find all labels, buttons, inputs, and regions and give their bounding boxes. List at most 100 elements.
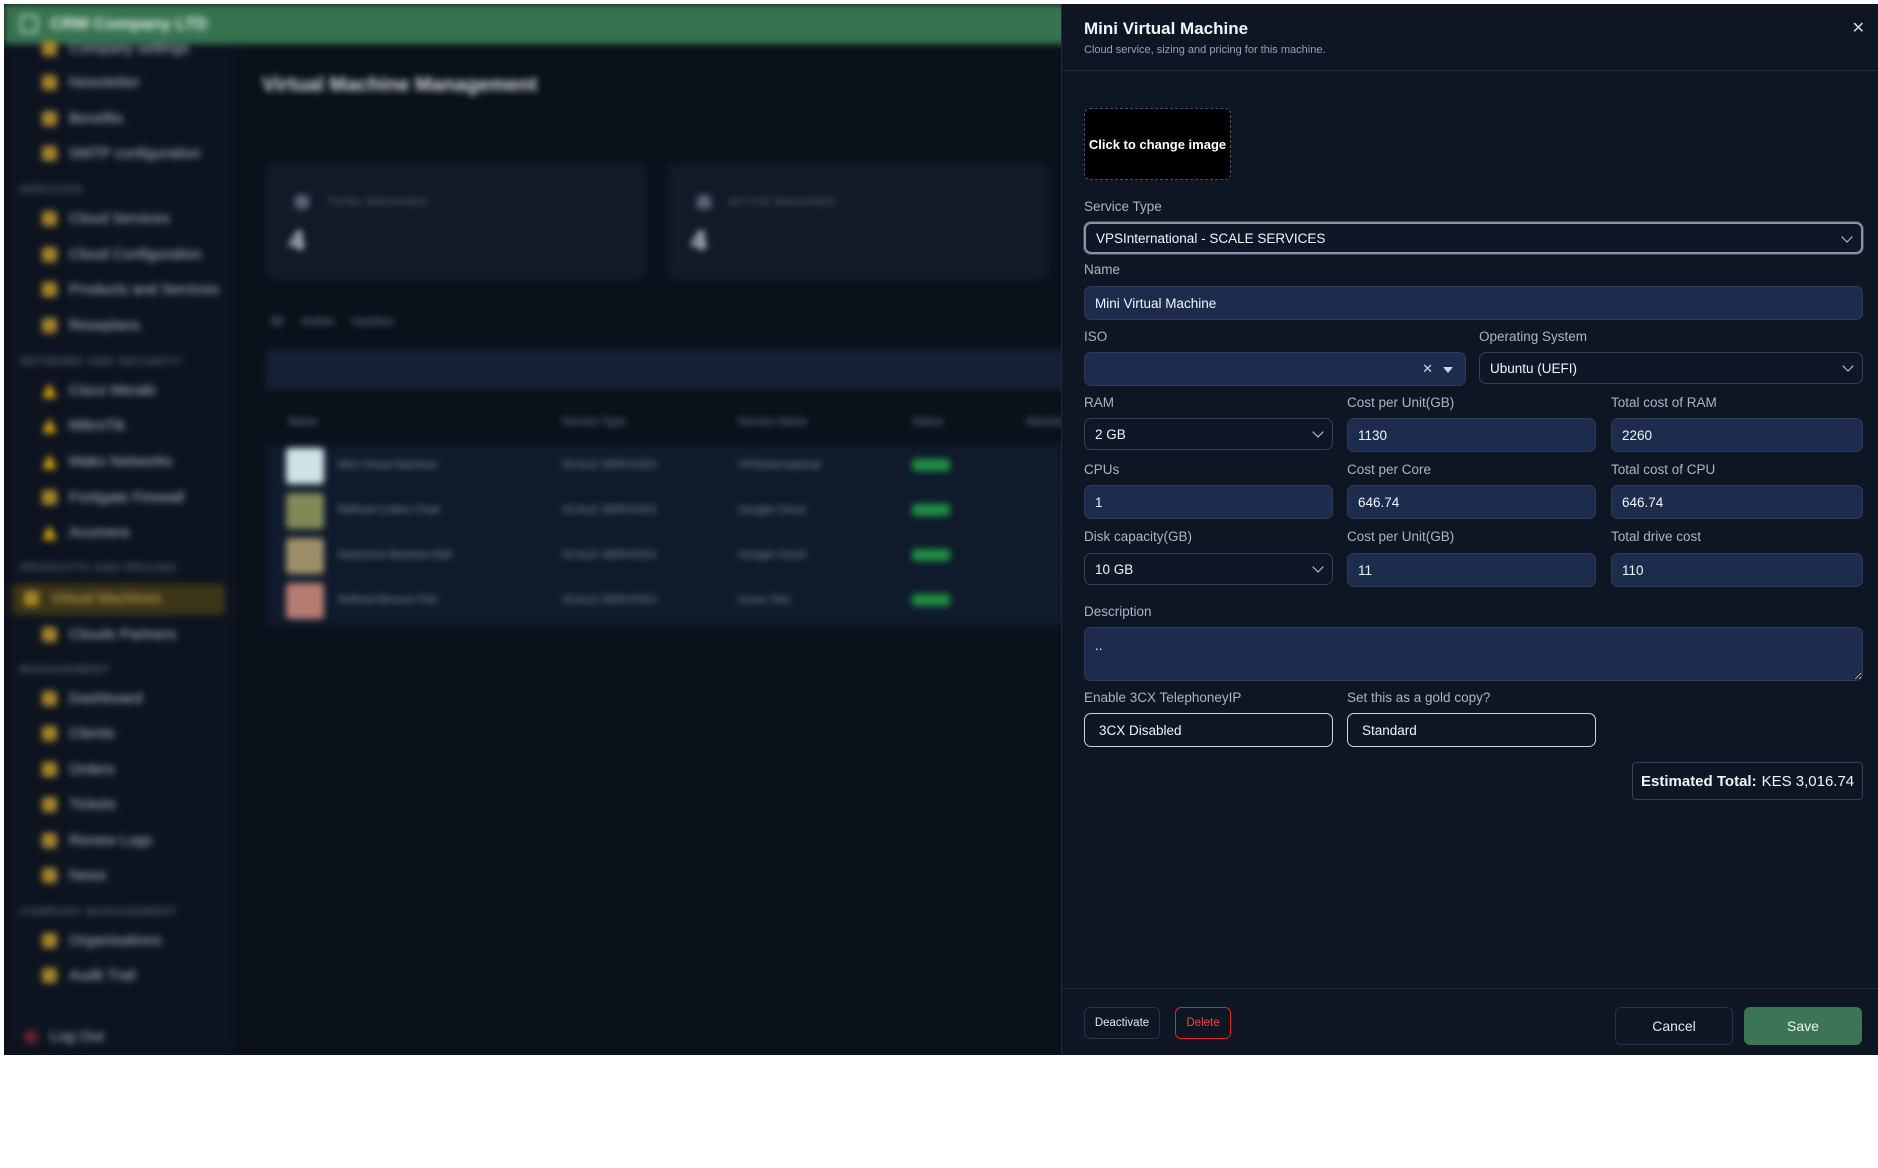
- filter-active[interactable]: Active: [301, 314, 334, 328]
- name-input[interactable]: Mini Virtual Machine: [1084, 286, 1863, 320]
- table-header: Name Service Type Service Name Status Ma…: [288, 416, 1068, 428]
- sidebar-item-products-services[interactable]: Products and Services: [42, 281, 219, 298]
- dashboard-icon: [42, 691, 57, 706]
- partners-icon: [42, 627, 57, 642]
- sidebar-item-orders[interactable]: Orders: [42, 761, 115, 778]
- sidebar-item-virtual-machines[interactable]: Virtual Machines: [24, 590, 162, 607]
- sidebar-item-tickets[interactable]: Tickets: [42, 796, 116, 813]
- sidebar-item-renew-logs[interactable]: Renew Logs: [42, 832, 152, 849]
- filter-all[interactable]: All: [270, 314, 283, 328]
- drawer-subtitle: Cloud service, sizing and pricing for th…: [1084, 44, 1326, 56]
- telephony-toggle[interactable]: 3CX Disabled: [1084, 713, 1333, 747]
- cpu-cost-input[interactable]: 646.74: [1347, 485, 1596, 519]
- key-icon: [42, 211, 57, 226]
- sidebar-section-products: PRODUCTS AND PRICING: [20, 562, 178, 574]
- sidebar-item-fortigate[interactable]: Fortigate Firewall: [42, 489, 184, 506]
- sidebar-item-cisco-meraki[interactable]: Cisco Meraki: [42, 382, 156, 399]
- change-image-button[interactable]: Click to change image: [1084, 108, 1231, 180]
- logout-button[interactable]: Log Out: [24, 1028, 103, 1045]
- building-icon: [42, 933, 57, 948]
- telephony-label: Enable 3CX TelephoneyIP: [1084, 690, 1242, 705]
- warning-icon: [42, 525, 57, 540]
- service-type-label: Service Type: [1084, 199, 1162, 214]
- save-button[interactable]: Save: [1744, 1007, 1862, 1045]
- disk-cost-label: Cost per Unit(GB): [1347, 529, 1455, 544]
- sidebar-item-clients[interactable]: Clients: [42, 725, 115, 742]
- sidebar-item-dashboard[interactable]: Dashboard: [42, 690, 142, 707]
- ticket-icon: [42, 797, 57, 812]
- operating-system-select[interactable]: Ubuntu (UEFI): [1479, 352, 1863, 384]
- sidebar-item-acumera[interactable]: Acumera: [42, 524, 129, 541]
- name-label: Name: [1084, 262, 1121, 277]
- sidebar-item-reseplans[interactable]: Reseplans: [42, 317, 140, 334]
- ram-select[interactable]: 2 GB: [1084, 418, 1333, 450]
- cpu-total-label: Total cost of CPU: [1611, 462, 1716, 477]
- gold-copy-label: Set this as a gold copy?: [1347, 690, 1491, 705]
- sidebar-item-audit-trail[interactable]: Audit Trail: [42, 967, 136, 984]
- delete-button[interactable]: Delete: [1175, 1007, 1231, 1039]
- iso-select[interactable]: ✕: [1084, 352, 1466, 386]
- orders-icon: [42, 762, 57, 777]
- ram-label: RAM: [1084, 395, 1114, 410]
- sidebar-item-newsletter[interactable]: Newsletter: [42, 74, 140, 91]
- filter-inactive[interactable]: Inactive: [352, 314, 393, 328]
- cancel-button[interactable]: Cancel: [1615, 1007, 1733, 1045]
- sidebar-item-organisations[interactable]: Organisations: [42, 932, 162, 949]
- server-icon: [295, 195, 309, 209]
- sidebar: Company settings Newsletter Benefits SMT…: [4, 40, 236, 1055]
- status-badge: [912, 459, 950, 471]
- table-row[interactable]: Refined Bronze Fish SCALE SERVICES Azure…: [266, 579, 1086, 624]
- disk-cost-input[interactable]: 11: [1347, 553, 1596, 587]
- status-filters: All Active Inactive: [270, 314, 393, 328]
- machine-thumbnail: [286, 448, 324, 484]
- deactivate-button[interactable]: Deactivate: [1084, 1007, 1160, 1039]
- machine-thumbnail: [286, 538, 324, 574]
- sidebar-item-news[interactable]: News: [42, 867, 107, 884]
- cpu-total-input[interactable]: 646.74: [1611, 485, 1863, 519]
- sidebar-item-benefits[interactable]: Benefits: [42, 110, 123, 127]
- os-label: Operating System: [1479, 329, 1588, 344]
- sidebar-item-cloud-configuration[interactable]: Cloud Configuration: [42, 246, 202, 263]
- log-icon: [42, 833, 57, 848]
- estimated-total: Estimated Total: KES 3,016.74: [1632, 762, 1864, 800]
- sidebar-item-mikrotik[interactable]: MikroTik: [42, 417, 125, 434]
- cpus-input[interactable]: 1: [1084, 485, 1333, 519]
- service-type-select[interactable]: VPSInternational - SCALE SERVICES: [1084, 222, 1863, 254]
- ram-cost-input[interactable]: 1130: [1347, 418, 1596, 452]
- description-textarea[interactable]: ..: [1084, 627, 1863, 681]
- sidebar-item-mako-networks[interactable]: Mako Networks: [42, 453, 172, 470]
- sidebar-item-smtp[interactable]: SMTP configuration: [42, 145, 200, 162]
- box-icon: [42, 282, 57, 297]
- ram-total-label: Total cost of RAM: [1611, 395, 1717, 410]
- status-badge: [912, 549, 950, 561]
- caret-down-icon[interactable]: [1443, 367, 1453, 373]
- stat-card-active: ACTIVE MACHINES 4: [668, 164, 1048, 279]
- table-row[interactable]: Refined Cotton Chair SCALE SERVICES Goog…: [266, 489, 1086, 534]
- disk-total-label: Total drive cost: [1611, 529, 1702, 544]
- logout-icon: [24, 1029, 38, 1044]
- table-row[interactable]: Mini Virtual Machine SCALE SERVICES VPSI…: [266, 444, 1086, 489]
- warning-icon: [42, 383, 57, 398]
- chevron-down-icon: [1312, 426, 1324, 438]
- chevron-down-icon: [1312, 561, 1324, 573]
- disk-label: Disk capacity(GB): [1084, 529, 1193, 544]
- gold-copy-toggle[interactable]: Standard: [1347, 713, 1596, 747]
- sidebar-item-company-settings[interactable]: Company settings: [42, 40, 189, 57]
- news-icon: [42, 868, 57, 883]
- table-row[interactable]: Awesome Bamboo Ball SCALE SERVICES Googl…: [266, 534, 1086, 579]
- ram-total-input[interactable]: 2260: [1611, 418, 1863, 452]
- cpu-cost-label: Cost per Core: [1347, 462, 1432, 477]
- app-window: CRM Company LTD Company settings Newslet…: [4, 4, 1878, 1055]
- sidebar-section-company: COMPANY MANAGEMENT: [20, 906, 177, 918]
- close-icon[interactable]: ✕: [1852, 18, 1865, 38]
- cloud-icon: [42, 247, 57, 262]
- audit-icon: [42, 968, 57, 983]
- settings-icon: [42, 41, 57, 56]
- sidebar-item-cloud-services[interactable]: Cloud Services: [42, 210, 170, 227]
- clear-icon[interactable]: ✕: [1422, 361, 1433, 377]
- description-label: Description: [1084, 604, 1152, 619]
- disk-total-input[interactable]: 110: [1611, 553, 1863, 587]
- activity-icon: [697, 195, 711, 209]
- sidebar-item-clouds-partners[interactable]: Clouds Partners: [42, 626, 177, 643]
- disk-select[interactable]: 10 GB: [1084, 553, 1333, 585]
